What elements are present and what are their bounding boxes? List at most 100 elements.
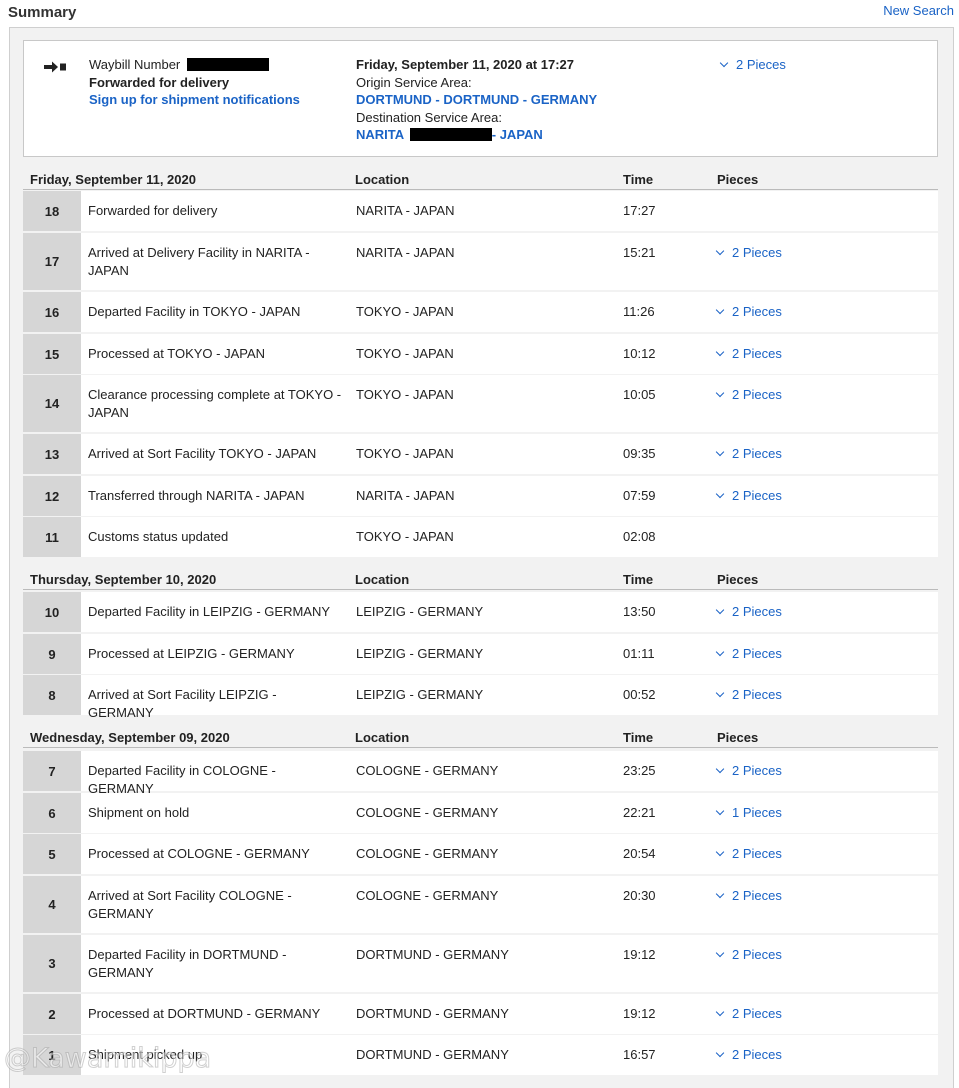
event-time: 07:59 [623,488,656,503]
tracking-event-row: 11 Customs status updated TOKYO - JAPAN 02:… [23,517,938,557]
page-title: Summary [8,4,77,21]
chevron-down-icon [715,889,725,899]
event-location: TOKYO - JAPAN [356,387,454,402]
event-pieces-toggle[interactable]: 2 Pieces [715,1046,782,1064]
chevron-down-icon [715,605,725,615]
chevron-down-icon [715,447,725,457]
date-heading: Thursday, September 10, 2020 [30,572,217,587]
date-group-header: Thursday, September 10, 2020 Location Time… [23,568,938,590]
origin-label: Origin Service Area: [356,74,472,90]
event-pieces-toggle[interactable]: 2 Pieces [715,845,782,863]
event-pieces-toggle[interactable]: 2 Pieces [715,345,782,363]
tracking-event-row: 17 Arrived at Delivery Facility in NARITA… [23,233,938,290]
time-column-header: Time [623,572,654,587]
event-time: 19:12 [623,1006,656,1021]
event-number: 2 [23,994,81,1034]
event-activity: Processed at COLOGNE - GERMANY [88,846,310,861]
event-pieces-toggle[interactable]: 2 Pieces [715,487,782,505]
event-number: 14 [23,375,81,432]
destination-redacted [409,128,492,141]
chevron-down-icon [715,847,725,857]
event-pieces-label: 2 Pieces [732,646,782,661]
event-number: 11 [23,517,81,557]
event-number: 6 [23,793,81,833]
event-pieces-toggle[interactable]: 2 Pieces [715,303,782,321]
event-pieces-label: 2 Pieces [732,604,782,619]
event-pieces-toggle[interactable]: 2 Pieces [715,1005,782,1023]
event-number: 7 [23,751,81,791]
event-number: 4 [23,876,81,933]
event-location: NARITA - JAPAN [356,488,455,503]
event-location: NARITA - JAPAN [356,245,455,260]
event-pieces-toggle[interactable]: 2 Pieces [715,686,782,704]
date-heading: Wednesday, September 09, 2020 [30,730,230,745]
event-activity: Arrived at Delivery Facility in NARITA -… [88,245,310,278]
chevron-down-icon [715,1007,725,1017]
waybill-number-redacted [186,58,269,71]
tracking-event-row: 18 Forwarded for delivery NARITA - JAPAN 17… [23,191,938,231]
event-time: 09:35 [623,446,656,461]
destination-suffix[interactable]: - JAPAN [492,127,543,142]
event-pieces-toggle[interactable]: 2 Pieces [715,244,782,262]
event-pieces-toggle[interactable]: 2 Pieces [715,946,782,964]
event-time: 15:21 [623,245,656,260]
chevron-down-icon [715,305,725,315]
event-pieces-label: 2 Pieces [732,763,782,778]
tracking-event-row: 6 Shipment on hold COLOGNE - GERMANY 22:21 1… [23,793,938,833]
shipment-notifications-link[interactable]: Sign up for shipment notifications [89,91,300,109]
event-time: 13:50 [623,604,656,619]
tracking-event-row: 12 Transferred through NARITA - JAPAN NARI… [23,476,938,516]
event-pieces-label: 2 Pieces [732,304,782,319]
event-time: 11:26 [623,304,655,319]
event-pieces-toggle[interactable]: 2 Pieces [715,762,782,780]
event-pieces-toggle[interactable]: 2 Pieces [715,445,782,463]
event-location: COLOGNE - GERMANY [356,805,499,820]
event-number: 8 [23,675,81,715]
date-heading: Friday, September 11, 2020 [30,172,196,187]
location-column-header: Location [355,172,410,187]
tracking-event-row: 16 Departed Facility in TOKYO - JAPAN TOKY… [23,292,938,332]
event-activity: Departed Facility in DORTMUND - GERMANY [88,947,287,980]
event-pieces-toggle[interactable]: 1 Pieces [715,804,782,822]
pieces-column-header: Pieces [717,572,759,587]
event-pieces-toggle[interactable]: 2 Pieces [715,645,782,663]
date-group-header: Friday, September 11, 2020 Location Time Pi… [23,168,938,190]
event-number: 9 [23,634,81,674]
event-pieces-label: 2 Pieces [732,1006,782,1021]
tracking-event-row: 13 Arrived at Sort Facility TOKYO - JAPAN… [23,434,938,474]
event-pieces-toggle[interactable]: 2 Pieces [715,887,782,905]
summary-pieces-toggle[interactable]: 2 Pieces [719,57,786,72]
event-activity: Processed at LEIPZIG - GERMANY [88,646,295,661]
event-time: 22:21 [623,805,656,820]
tracking-event-row: 14 Clearance processing complete at TOKYO… [23,375,938,432]
destination-label: Destination Service Area: [356,109,502,125]
event-activity: Departed Facility in LEIPZIG - GERMANY [88,604,331,619]
chevron-down-icon [715,489,725,499]
event-pieces-label: 2 Pieces [732,846,782,861]
event-location: DORTMUND - GERMANY [356,1006,509,1021]
tracking-event-row: 2 Processed at DORTMUND - GERMANY DORTMUND… [23,994,938,1034]
event-activity: Forwarded for delivery [88,203,218,218]
destination-prefix[interactable]: NARITA [356,127,404,142]
tracking-event-row: 7 Departed Facility in COLOGNE - GERMANY C… [23,751,938,796]
chevron-down-icon [715,647,725,657]
tracking-event-row: 15 Processed at TOKYO - JAPAN TOKYO - JAPA… [23,334,938,374]
arrow-right-to-box-icon [44,60,68,77]
event-activity: Departed Facility in TOKYO - JAPAN [88,304,301,319]
event-location: COLOGNE - GERMANY [356,888,499,903]
event-pieces-label: 2 Pieces [732,488,782,503]
waybill-label: Waybill Number [89,57,181,72]
origin-service-area-link[interactable]: DORTMUND - DORTMUND - GERMANY [356,91,597,109]
event-pieces-toggle[interactable]: 2 Pieces [715,603,782,621]
event-pieces-toggle[interactable]: 2 Pieces [715,386,782,404]
event-pieces-label: 2 Pieces [732,1047,782,1062]
last-update-datetime: Friday, September 11, 2020 at 17:27 [356,57,574,72]
new-search-link[interactable]: New Search [883,3,954,18]
event-location: TOKYO - JAPAN [356,346,454,361]
event-number: 13 [23,434,81,474]
event-location: LEIPZIG - GERMANY [356,604,484,619]
chevron-down-icon [715,688,725,698]
event-number: 12 [23,476,81,516]
chevron-down-icon [715,388,725,398]
event-time: 01:11 [623,646,655,661]
